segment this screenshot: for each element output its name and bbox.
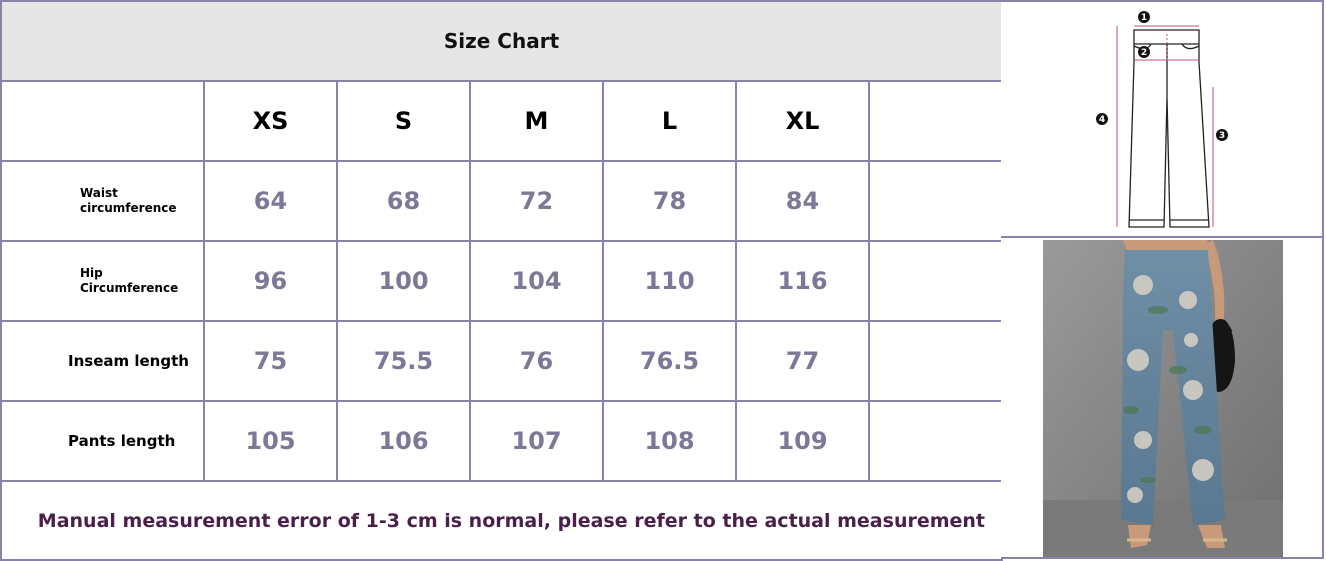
- marker-2: 2: [1141, 48, 1147, 58]
- value-cell: 109: [735, 400, 870, 482]
- size-header-xl: XL: [735, 80, 870, 162]
- value-cell: 78: [602, 160, 737, 242]
- value-cell: 77: [735, 320, 870, 402]
- size-chart-sheet: Size Chart XS S M L XL Waist circumferen…: [0, 0, 1326, 561]
- size-header-s: S: [336, 80, 471, 162]
- value-cell: 96: [203, 240, 338, 322]
- empty-header-cell: [867, 80, 1004, 162]
- row-label-text: Hip Circumference: [80, 266, 179, 295]
- measurement-diagram-panel: 1 2 3 4: [1001, 0, 1324, 238]
- value-cell: 75.5: [336, 320, 471, 402]
- marker-3: 3: [1219, 131, 1225, 141]
- value-cell: 75: [203, 320, 338, 402]
- value-cell: 76: [469, 320, 604, 402]
- row-label-hip: Hip Circumference: [0, 240, 205, 322]
- row-label-text: Waist circumference: [80, 186, 177, 215]
- size-header-l: L: [602, 80, 737, 162]
- value-cell: 116: [735, 240, 870, 322]
- row-label-inseam: Inseam length: [0, 320, 205, 402]
- value-cell: 108: [602, 400, 737, 482]
- floral-jeans-model-photo-icon: [1043, 240, 1283, 557]
- row-label-waist: Waist circumference: [0, 160, 205, 242]
- size-header-m: M: [469, 80, 604, 162]
- marker-4: 4: [1099, 115, 1105, 125]
- value-cell: 100: [336, 240, 471, 322]
- value-cell: 84: [735, 160, 870, 242]
- size-chart-table: Size Chart XS S M L XL Waist circumferen…: [0, 0, 1004, 561]
- value-cell: 68: [336, 160, 471, 242]
- marker-1: 1: [1141, 13, 1147, 23]
- measurement-note: Manual measurement error of 1-3 cm is no…: [0, 480, 1004, 561]
- corner-cell: [0, 80, 205, 162]
- empty-cell: [867, 160, 1004, 242]
- table-row: Pants length 105 106 107 108 109: [0, 400, 1004, 482]
- table-row: Inseam length 75 75.5 76 76.5 77: [0, 320, 1004, 402]
- chart-title: Size Chart: [0, 0, 1004, 82]
- value-cell: 104: [469, 240, 604, 322]
- empty-cell: [867, 320, 1004, 402]
- value-cell: 64: [203, 160, 338, 242]
- row-label-pants-length: Pants length: [0, 400, 205, 482]
- table-row: Waist circumference 64 68 72 78 84: [0, 160, 1004, 242]
- pants-measurement-diagram-icon: 1 2 3 4: [1096, 11, 1228, 228]
- empty-cell: [867, 400, 1004, 482]
- value-cell: 110: [602, 240, 737, 322]
- value-cell: 76.5: [602, 320, 737, 402]
- table-row: Hip Circumference 96 100 104 110 116: [0, 240, 1004, 322]
- value-cell: 72: [469, 160, 604, 242]
- size-header-xs: XS: [203, 80, 338, 162]
- value-cell: 106: [336, 400, 471, 482]
- product-photo-panel: [1001, 238, 1324, 559]
- value-cell: 105: [203, 400, 338, 482]
- empty-cell: [867, 240, 1004, 322]
- value-cell: 107: [469, 400, 604, 482]
